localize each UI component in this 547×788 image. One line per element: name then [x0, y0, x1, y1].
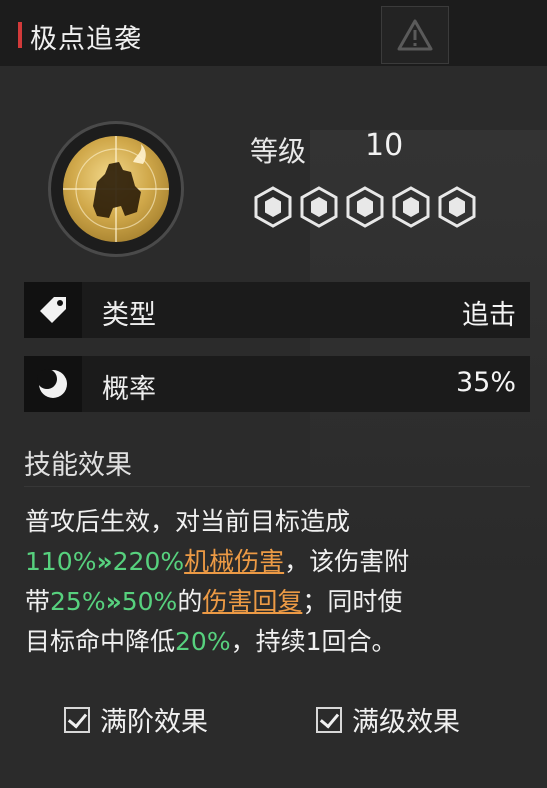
- level-label: 等级: [250, 135, 307, 168]
- chance-label: 概率: [102, 374, 156, 405]
- heal-type-link[interactable]: 伤害回复: [202, 587, 302, 616]
- damage-to: 220%: [112, 547, 185, 576]
- tag-icon: [40, 297, 66, 323]
- title-accent: [18, 22, 22, 48]
- heal-to: 50%: [121, 587, 178, 616]
- effect-line-3-tail: ；同时使: [302, 587, 403, 616]
- warning-icon: [397, 19, 433, 51]
- max-level-toggle[interactable]: 满级效果: [316, 700, 460, 739]
- title-bar: 极点追袭: [0, 0, 547, 66]
- hexagon-pip-icon: [346, 186, 384, 228]
- level-value: 10: [365, 128, 404, 163]
- max-tier-checkbox[interactable]: [64, 706, 90, 733]
- skill-emblem-art: [63, 136, 169, 242]
- skill-emblem: [48, 121, 184, 257]
- upgrade-arrow-icon: »: [105, 587, 122, 616]
- section-divider: [24, 486, 530, 487]
- skill-title: 极点追袭: [30, 24, 142, 55]
- hexagon-pip-icon: [438, 186, 476, 228]
- damage-from: 110%: [25, 547, 97, 576]
- crosshair-icon: [63, 136, 169, 242]
- max-level-checkbox[interactable]: [316, 706, 342, 733]
- effect-section-title: 技能效果: [24, 450, 132, 481]
- hexagon-pip-icon: [392, 186, 430, 228]
- max-tier-toggle[interactable]: 满阶效果: [64, 700, 208, 739]
- type-label: 类型: [102, 300, 156, 331]
- hit-reduction: 20%: [175, 627, 231, 656]
- max-level-label: 满级效果: [352, 707, 460, 738]
- warning-button[interactable]: [381, 6, 449, 64]
- effect-line-4-tail: ，持续1回合。: [230, 627, 397, 656]
- hexagon-pip-icon: [254, 186, 292, 228]
- effect-line-1: 普攻后生效，对当前目标造成: [25, 507, 351, 536]
- effect-line-2-tail: ，该伤害附: [284, 547, 410, 576]
- effect-line-3-head: 带: [25, 587, 51, 616]
- chance-icon-cell: [24, 356, 82, 412]
- effect-description: 普攻后生效，对当前目标造成 110%»220%机械伤害，该伤害附 带25%»50…: [25, 502, 535, 662]
- type-value: 追击: [462, 300, 516, 331]
- effect-line-4-head: 目标命中降低: [25, 627, 176, 656]
- hexagon-pip-icon: [300, 186, 338, 228]
- moon-icon: [37, 369, 67, 398]
- type-icon-cell: [24, 282, 82, 338]
- max-tier-label: 满阶效果: [100, 707, 208, 738]
- upgrade-arrow-icon: »: [96, 547, 113, 576]
- heal-from: 25%: [50, 587, 106, 616]
- chance-row: 概率 35%: [24, 356, 530, 412]
- effect-line-3-mid: 的: [177, 587, 203, 616]
- chance-value: 35%: [455, 367, 516, 398]
- damage-type-link[interactable]: 机械伤害: [184, 547, 284, 576]
- type-row: 类型 追击: [24, 282, 530, 338]
- level-pips: [252, 186, 478, 228]
